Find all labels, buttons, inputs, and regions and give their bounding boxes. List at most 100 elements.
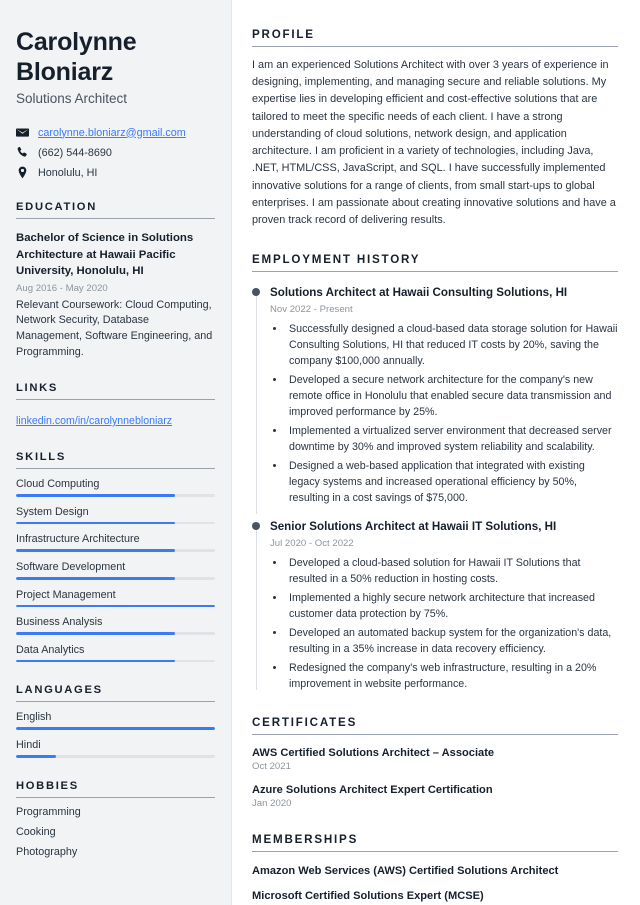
skill-item: Software Development — [16, 561, 215, 580]
certificate-name: Azure Solutions Architect Expert Certifi… — [252, 784, 493, 797]
skill-item-bar-track — [16, 604, 215, 608]
skill-item-label: Business Analysis — [16, 616, 103, 629]
skill-item-bar-fill — [16, 632, 176, 635]
language-item-bar-track — [16, 727, 215, 730]
employment-role: Solutions Architect at Hawaii Consulting… — [270, 286, 568, 300]
education-item: Bachelor of Science in Solutions Archite… — [16, 230, 215, 360]
skill-item-bar-fill — [16, 494, 176, 497]
contact-email[interactable]: carolynne.bloniarz@gmail.com — [16, 126, 215, 139]
skill-item-label: Data Analytics — [16, 643, 85, 656]
envelope-icon — [16, 128, 29, 137]
employment-bullets: Successfully designed a cloud-based data… — [270, 321, 618, 507]
employment-entry: Solutions Architect at Hawaii Consulting… — [252, 285, 618, 515]
skill-item-label: Cloud Computing — [16, 478, 100, 491]
language-item-label: English — [16, 711, 52, 724]
skill-item: Cloud Computing — [16, 478, 215, 497]
languages-heading: LANGUAGES — [16, 684, 103, 697]
phone-icon — [17, 146, 27, 157]
membership-item: Microsoft Certified Solutions Expert (MC… — [252, 890, 484, 903]
main-content: PROFILE I am an experienced Solutions Ar… — [232, 0, 640, 905]
certificates-heading: CERTIFICATES — [252, 716, 358, 730]
skills-divider — [16, 468, 215, 470]
certificate-date: Jan 2020 — [252, 798, 292, 810]
phone-value: (662) 544-8690 — [38, 146, 112, 159]
contact-list: carolynne.bloniarz@gmail.com (662) 544-8… — [16, 126, 215, 179]
education-description: Relevant Coursework: Cloud Computing, Ne… — [16, 298, 213, 358]
profile-divider — [252, 46, 618, 47]
employment-divider — [252, 271, 618, 273]
location-value: Honolulu, HI — [38, 166, 98, 179]
employment-bullet: Developed a secure network architecture … — [286, 372, 618, 420]
language-item-bar-fill — [16, 754, 56, 758]
hobbies-section: HOBBIES Programming Cooking Photography — [16, 780, 215, 858]
memberships-divider — [252, 851, 618, 853]
employment-bullet: Designed a web-based application that in… — [286, 458, 618, 506]
memberships-section: MEMBERSHIPS Amazon Web Services (AWS) Ce… — [252, 833, 618, 902]
certificate-item: AWS Certified Solutions Architect – Asso… — [252, 747, 618, 772]
memberships-list: Amazon Web Services (AWS) Certified Solu… — [252, 865, 618, 902]
certificate-date: Oct 2021 — [252, 761, 291, 773]
sidebar: Carolynne Bloniarz Solutions Architect c… — [0, 0, 232, 905]
skill-item: Data Analytics — [16, 644, 215, 663]
language-item-bar-track — [16, 754, 215, 758]
linkedin-link[interactable]: linkedin.com/in/carolynnebloniarz — [16, 415, 172, 427]
language-item: Hindi — [16, 739, 215, 758]
education-divider — [16, 218, 215, 219]
links-heading: LINKS — [16, 382, 59, 395]
employment-date: Jul 2020 - Oct 2022 — [270, 537, 354, 549]
profile-heading: PROFILE — [252, 28, 315, 41]
skill-item-label: System Design — [16, 505, 89, 518]
skill-item-bar-track — [16, 521, 215, 525]
employment-bullet: Successfully designed a cloud-based data… — [286, 321, 618, 369]
skill-item-label: Software Development — [16, 560, 126, 573]
employment-bullet: Implemented a highly secure network arch… — [286, 590, 618, 622]
skill-item-bar-fill — [16, 549, 176, 552]
employment-date: Nov 2022 - Present — [270, 303, 353, 315]
timeline-line — [256, 527, 257, 691]
skills-heading: SKILLS — [16, 451, 66, 464]
skill-item-bar-fill — [16, 659, 176, 663]
links-section: LINKS linkedin.com/in/carolynnebloniarz — [16, 382, 215, 429]
link-item[interactable]: linkedin.com/in/carolynnebloniarz — [16, 411, 215, 429]
email-link[interactable]: carolynne.bloniarz@gmail.com — [38, 127, 186, 139]
skill-item-bar-track — [16, 659, 215, 663]
skill-item: Project Management — [16, 589, 215, 608]
skills-list: Cloud Computing System Design Infrastructu… — [16, 478, 215, 663]
profile-section: PROFILE I am an experienced Solutions Ar… — [252, 28, 618, 229]
education-heading: EDUCATION — [16, 201, 97, 213]
name-heading: Carolynne Bloniarz — [16, 28, 137, 86]
language-item-label: Hindi — [16, 738, 41, 751]
location-pin-icon — [18, 166, 27, 179]
timeline-dot-icon — [252, 522, 260, 531]
language-item: English — [16, 711, 215, 730]
hobbies-heading: HOBBIES — [16, 779, 79, 792]
skill-item-bar-track — [16, 549, 215, 552]
employment-section: EMPLOYMENT HISTORY Solutions Architect a… — [252, 253, 618, 692]
skill-item-bar-fill — [16, 576, 176, 580]
skill-item: Infrastructure Architecture — [16, 533, 215, 552]
hobby-item: Photography — [16, 845, 78, 858]
employment-bullets: Developed a cloud-based solution for Haw… — [270, 555, 618, 692]
hobby-item: Programming — [16, 805, 81, 818]
job-title-subheading: Solutions Architect — [16, 91, 128, 106]
language-item-bar-fill — [16, 727, 215, 730]
certificate-name: AWS Certified Solutions Architect – Asso… — [252, 747, 495, 760]
contact-location: Honolulu, HI — [16, 166, 215, 179]
skill-item: Business Analysis — [16, 616, 215, 635]
languages-list: English Hindi — [16, 711, 215, 758]
education-degree: Bachelor of Science in Solutions Archite… — [16, 232, 194, 278]
memberships-heading: MEMBERSHIPS — [252, 833, 359, 847]
hobbies-divider — [16, 796, 215, 798]
skill-item-bar-track — [16, 576, 215, 580]
languages-section: LANGUAGES English Hindi — [16, 684, 215, 758]
timeline-dot-icon — [252, 288, 260, 297]
employment-entry: Senior Solutions Architect at Hawaii IT … — [252, 519, 618, 692]
links-divider — [16, 399, 215, 401]
employment-role: Senior Solutions Architect at Hawaii IT … — [270, 520, 557, 534]
employment-bullet: Implemented a virtualized server environ… — [286, 423, 618, 455]
contact-phone: (662) 544-8690 — [16, 146, 215, 159]
certificates-section: CERTIFICATES AWS Certified Solutions Arc… — [252, 716, 618, 809]
certificates-divider — [252, 734, 618, 736]
hobbies-list: Programming Cooking Photography — [16, 806, 215, 858]
certificate-item: Azure Solutions Architect Expert Certifi… — [252, 784, 618, 809]
